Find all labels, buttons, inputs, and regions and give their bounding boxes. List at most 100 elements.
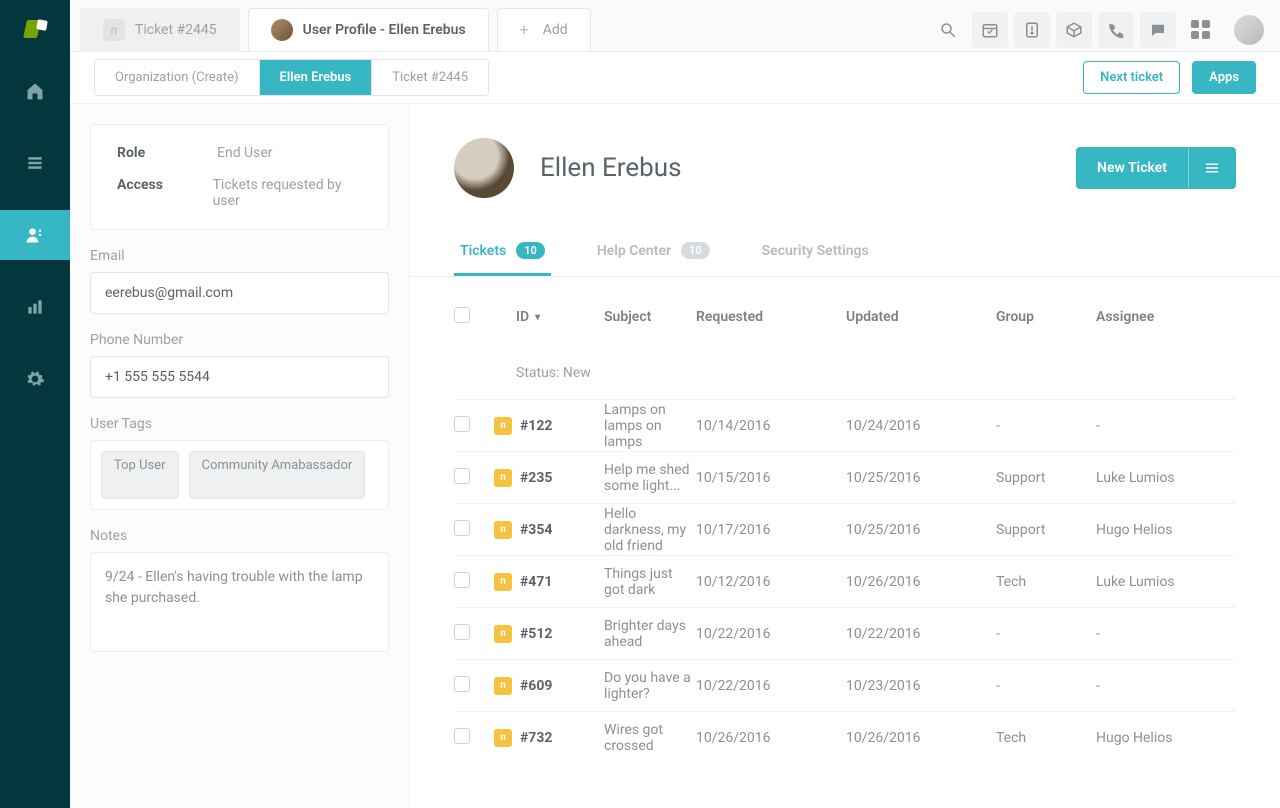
ticket-assignee: Luke Lumios (1096, 470, 1236, 486)
rail-views[interactable] (0, 138, 70, 188)
grid-icon (1191, 20, 1210, 39)
rail-customers[interactable] (0, 210, 70, 260)
ticket-subject: Lamps on lamps on lamps (604, 402, 696, 450)
table-row[interactable]: n#512Brighter days ahead10/22/201610/22/… (454, 607, 1236, 659)
table-row[interactable]: n#732Wires got crossed10/26/201610/26/20… (454, 711, 1236, 763)
ticket-requested: 10/22/2016 (696, 678, 846, 694)
notes-label: Notes (90, 528, 389, 544)
pill-user[interactable]: Ellen Erebus (260, 60, 373, 95)
ticket-updated: 10/24/2016 (846, 418, 996, 434)
ticket-assignee: - (1096, 678, 1236, 694)
apps-panel-button[interactable]: Apps (1192, 61, 1256, 94)
tab-security[interactable]: Security Settings (756, 228, 875, 276)
row-checkbox[interactable] (454, 520, 470, 536)
tab-user-profile[interactable]: User Profile - Ellen Erebus (248, 8, 489, 51)
ticket-requested: 10/12/2016 (696, 574, 846, 590)
role-value: End User (217, 145, 273, 161)
ticket-subject: Things just got dark (604, 566, 696, 598)
ticket-updated: 10/23/2016 (846, 678, 996, 694)
phone-icon (1107, 21, 1125, 39)
phone-field[interactable] (90, 356, 389, 398)
ticket-subject: Wires got crossed (604, 722, 696, 754)
rail-settings[interactable] (0, 354, 70, 404)
rail-reports[interactable] (0, 282, 70, 332)
phone-button[interactable] (1098, 12, 1134, 48)
role-access-card: RoleEnd User AccessTickets requested by … (90, 124, 389, 230)
ticket-requested: 10/14/2016 (696, 418, 846, 434)
nav-rail (0, 0, 70, 808)
row-checkbox[interactable] (454, 728, 470, 744)
current-user-avatar[interactable] (1234, 15, 1264, 45)
table-row[interactable]: n#122Lamps on lamps on lamps10/14/201610… (454, 399, 1236, 451)
table-row[interactable]: n#235Help me shed some light...10/15/201… (454, 451, 1236, 503)
col-id[interactable]: ID▾ (494, 309, 604, 325)
ticket-status-icon: n (494, 677, 512, 695)
table-row[interactable]: n#354Hello darkness, my old friend10/17/… (454, 503, 1236, 555)
calendar-button[interactable] (972, 12, 1008, 48)
user-tag[interactable]: Community Amabassador (189, 451, 366, 499)
new-ticket-button[interactable]: New Ticket (1076, 147, 1188, 189)
ticket-group: Tech (996, 574, 1096, 590)
avatar-mini-icon (271, 19, 293, 41)
rail-home[interactable] (0, 66, 70, 116)
plus-icon: + (520, 20, 529, 39)
row-checkbox[interactable] (454, 624, 470, 640)
next-ticket-button[interactable]: Next ticket (1083, 61, 1180, 94)
ticket-id: #354 (520, 522, 552, 538)
search-button[interactable] (930, 12, 966, 48)
tab-tickets[interactable]: Tickets 10 (454, 228, 551, 276)
ticket-status-icon: n (494, 469, 512, 487)
col-subject[interactable]: Subject (604, 309, 696, 325)
ticket-subject: Do you have a lighter? (604, 670, 696, 702)
table-row[interactable]: n#471Things just got dark10/12/201610/26… (454, 555, 1236, 607)
tab-help-center[interactable]: Help Center 10 (591, 228, 716, 276)
row-checkbox[interactable] (454, 416, 470, 432)
ticket-id: #732 (520, 730, 552, 746)
package-button[interactable] (1056, 12, 1092, 48)
col-requested[interactable]: Requested (696, 309, 846, 325)
ticket-group: Support (996, 470, 1096, 486)
tab-add[interactable]: + Add (497, 8, 591, 51)
user-detail-sidebar: RoleEnd User AccessTickets requested by … (70, 104, 410, 808)
pill-organization[interactable]: Organization (Create) (95, 60, 260, 95)
ticket-assignee: Hugo Helios (1096, 730, 1236, 746)
ticket-updated: 10/25/2016 (846, 522, 996, 538)
ticket-requested: 10/17/2016 (696, 522, 846, 538)
tags-container[interactable]: Top User Community Amabassador (90, 440, 389, 510)
notes-button[interactable] (1014, 12, 1050, 48)
ticket-assignee: - (1096, 626, 1236, 642)
chat-icon (1149, 21, 1167, 39)
content-area: Ellen Erebus New Ticket Tickets 10 Help … (410, 104, 1280, 808)
chart-icon (25, 297, 45, 317)
ticket-updated: 10/22/2016 (846, 626, 996, 642)
table-row[interactable]: n#609Do you have a lighter?10/22/201610/… (454, 659, 1236, 711)
gear-icon (25, 369, 45, 389)
col-group[interactable]: Group (996, 309, 1096, 325)
ticket-status-icon: n (494, 625, 512, 643)
notes-field[interactable]: 9/24 - Ellen's having trouble with the l… (90, 552, 389, 652)
row-checkbox[interactable] (454, 468, 470, 484)
tab-ticket[interactable]: n Ticket #2445 (80, 8, 240, 51)
chat-button[interactable] (1140, 12, 1176, 48)
user-tag[interactable]: Top User (101, 451, 179, 499)
col-assignee[interactable]: Assignee (1096, 309, 1236, 325)
context-tabs: Organization (Create) Ellen Erebus Ticke… (70, 52, 1280, 104)
ticket-assignee: Luke Lumios (1096, 574, 1236, 590)
row-checkbox[interactable] (454, 676, 470, 692)
apps-button[interactable] (1182, 12, 1218, 48)
ticket-status-icon: n (494, 573, 512, 591)
ticket-subject: Brighter days ahead (604, 618, 696, 650)
ticket-id: #122 (520, 418, 552, 434)
list-icon (25, 153, 45, 173)
ticket-assignee: - (1096, 418, 1236, 434)
select-all-checkbox[interactable] (454, 307, 470, 323)
row-checkbox[interactable] (454, 572, 470, 588)
box-icon (1065, 21, 1083, 39)
email-field[interactable] (90, 272, 389, 314)
ticket-badge-icon: n (103, 19, 125, 41)
new-ticket-menu-button[interactable] (1188, 147, 1236, 189)
col-updated[interactable]: Updated (846, 309, 996, 325)
logo-icon (23, 20, 47, 44)
ticket-status-icon: n (494, 729, 512, 747)
pill-ticket[interactable]: Ticket #2445 (372, 60, 488, 95)
